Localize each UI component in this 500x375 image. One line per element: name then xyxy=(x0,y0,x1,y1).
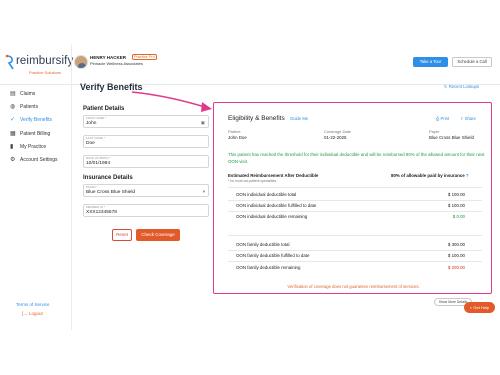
contact-card-icon: ▣ xyxy=(200,120,205,125)
recent-lookups-link[interactable]: ↻ Recent Lookups xyxy=(444,84,479,89)
individual-deductible-total-value: $ 100.00 xyxy=(447,192,465,197)
percent-paid-text: 80% of allowable paid by insurance xyxy=(391,173,465,178)
sidebar-item-label: Verify Benefits xyxy=(20,117,52,123)
member-id-label: MEMBER ID * xyxy=(86,205,106,209)
divider xyxy=(228,200,482,201)
first-name-value: John xyxy=(86,121,97,126)
eligibility-title: Eligibility & Benefits xyxy=(228,115,285,122)
sidebar-item-label: Patient Billing xyxy=(20,131,51,137)
patient-details-heading: Patient Details xyxy=(83,106,125,112)
divider xyxy=(228,211,482,212)
practice-icon: ▮ xyxy=(10,144,14,150)
family-deductible-total-value: $ 300.00 xyxy=(447,242,465,247)
help-icon: ◐ xyxy=(469,305,473,310)
family-deductible-fulfilled-value: $ 100.00 xyxy=(447,253,465,258)
history-icon: ↻ xyxy=(444,84,448,89)
estimated-reimbursement-title: Estimated Reimbursement After Deductible xyxy=(228,173,319,178)
terms-of-service-link[interactable]: Terms of Service xyxy=(16,302,50,307)
sidebar-item-label: Account Settings xyxy=(20,157,58,163)
share-label: Share xyxy=(464,116,476,121)
avatar xyxy=(74,55,88,69)
check-coverage-button[interactable]: Check Coverage xyxy=(136,229,180,241)
verify-benefits-icon: ✓ xyxy=(10,117,16,123)
family-deductible-fulfilled-label: OON family deductible fulfilled to date xyxy=(236,253,310,258)
payer-label: Payer xyxy=(429,129,440,134)
sidebar-item-label: Claims xyxy=(20,91,36,97)
claims-icon: ▤ xyxy=(10,91,16,97)
last-name-field[interactable]: LAST NAME * Doe xyxy=(83,135,209,148)
sidebar: ▤ Claims ◍ Patients ✓ Verify Benefits ▦ … xyxy=(0,44,72,330)
logout-link[interactable]: [→ Logout xyxy=(22,311,43,316)
print-button[interactable]: ⎙ Print xyxy=(436,116,449,121)
chevron-down-icon: ▾ xyxy=(202,189,205,194)
member-id-field[interactable]: MEMBER ID * XXX12345678 xyxy=(83,204,209,217)
sidebar-item-my-practice[interactable]: ▮ My Practice xyxy=(10,143,46,151)
user-name: HENRY HACKER xyxy=(90,55,127,60)
last-name-value: Doe xyxy=(86,141,95,146)
patient-label: Patient xyxy=(228,129,241,134)
help-circle-icon[interactable]: ? xyxy=(466,173,469,178)
print-icon: ⎙ xyxy=(436,116,440,121)
insurance-details-heading: Insurance Details xyxy=(83,175,133,181)
patient-value: John Doe xyxy=(228,135,247,140)
individual-deductible-fulfilled-value: $ 100.00 xyxy=(447,203,465,208)
practice-name: Pinnacle Wellness Associates xyxy=(90,61,143,66)
take-a-tour-button[interactable]: Take a Tour xyxy=(413,57,448,67)
sidebar-item-claims[interactable]: ▤ Claims xyxy=(10,90,35,98)
family-deductible-remaining-label: OON family deductible remaining xyxy=(236,265,301,270)
divider xyxy=(228,235,482,236)
deductible-notice: This patient has reached the threshold f… xyxy=(228,152,485,164)
divider xyxy=(228,250,482,251)
get-help-button[interactable]: ◐ Get Help xyxy=(464,302,495,313)
plan-badge: Practice Pro xyxy=(132,54,157,60)
member-id-value: XXX12345678 xyxy=(86,210,117,215)
share-button[interactable]: ⇪ Share xyxy=(460,116,476,121)
percent-paid-label: 80% of allowable paid by insurance ? xyxy=(391,173,469,178)
eligibility-benefits-panel: Eligibility & Benefits Guide Me ⎙ Print … xyxy=(213,102,492,294)
payer-select[interactable]: PAYER * Blue Cross Blue Shield ▾ xyxy=(83,184,209,197)
individual-deductible-remaining-label: OON individual deductible remaining xyxy=(236,214,308,219)
print-label: Print xyxy=(440,116,450,121)
logout-icon: [→ xyxy=(22,311,28,316)
share-icon: ⇪ xyxy=(460,116,464,121)
reset-button[interactable]: Reset xyxy=(112,229,132,241)
dob-value: 10/01/1984 xyxy=(86,161,111,166)
family-deductible-remaining-value: $ 200.00 xyxy=(447,265,465,270)
logout-label: Logout xyxy=(29,311,43,316)
individual-deductible-fulfilled-label: OON individual deductible fulfilled to d… xyxy=(236,203,317,208)
schedule-call-button[interactable]: Schedule a Call xyxy=(452,57,492,67)
divider xyxy=(228,261,482,262)
sidebar-item-verify-benefits[interactable]: ✓ Verify Benefits xyxy=(10,116,52,124)
dob-label: DATE OF BIRTH * xyxy=(86,156,111,160)
coverage-date-label: Coverage Date xyxy=(324,129,351,134)
billing-icon: ▦ xyxy=(10,131,16,137)
sidebar-item-label: My Practice xyxy=(20,144,47,150)
individual-deductible-total-label: OON individual deductible total xyxy=(236,192,297,197)
gear-icon: ⚙ xyxy=(10,157,16,163)
date-of-birth-field[interactable]: DATE OF BIRTH * 10/01/1984 xyxy=(83,155,209,168)
divider xyxy=(228,187,482,188)
estimated-reimbursement-note: * for most out-patient specialties xyxy=(228,179,277,183)
recent-lookups-label: Recent Lookups xyxy=(448,84,479,89)
coverage-disclaimer: Verification of coverage does not guaran… xyxy=(287,284,420,289)
patients-icon: ◍ xyxy=(10,104,16,110)
family-deductible-total-label: OON family deductible total xyxy=(236,242,290,247)
individual-deductible-remaining-value: $ 0.00 xyxy=(452,214,465,219)
coverage-date-value: 01-22-2025 xyxy=(324,135,347,140)
payer-value: Blue Cross Blue Shield xyxy=(86,190,136,195)
guide-me-link[interactable]: Guide Me xyxy=(290,116,308,121)
get-help-label: Get Help xyxy=(473,305,490,310)
payer-value: Blue Cross Blue Shield xyxy=(429,135,474,140)
sidebar-item-patient-billing[interactable]: ▦ Patient Billing xyxy=(10,130,50,138)
first-name-label: FIRST NAME * xyxy=(86,116,107,120)
sidebar-item-patients[interactable]: ◍ Patients xyxy=(10,103,38,111)
annotation-arrow-icon xyxy=(131,91,212,112)
sidebar-item-account-settings[interactable]: ⚙ Account Settings xyxy=(10,156,58,164)
payer-label: PAYER * xyxy=(86,185,98,189)
sidebar-item-label: Patients xyxy=(20,104,39,110)
last-name-label: LAST NAME * xyxy=(86,136,105,140)
